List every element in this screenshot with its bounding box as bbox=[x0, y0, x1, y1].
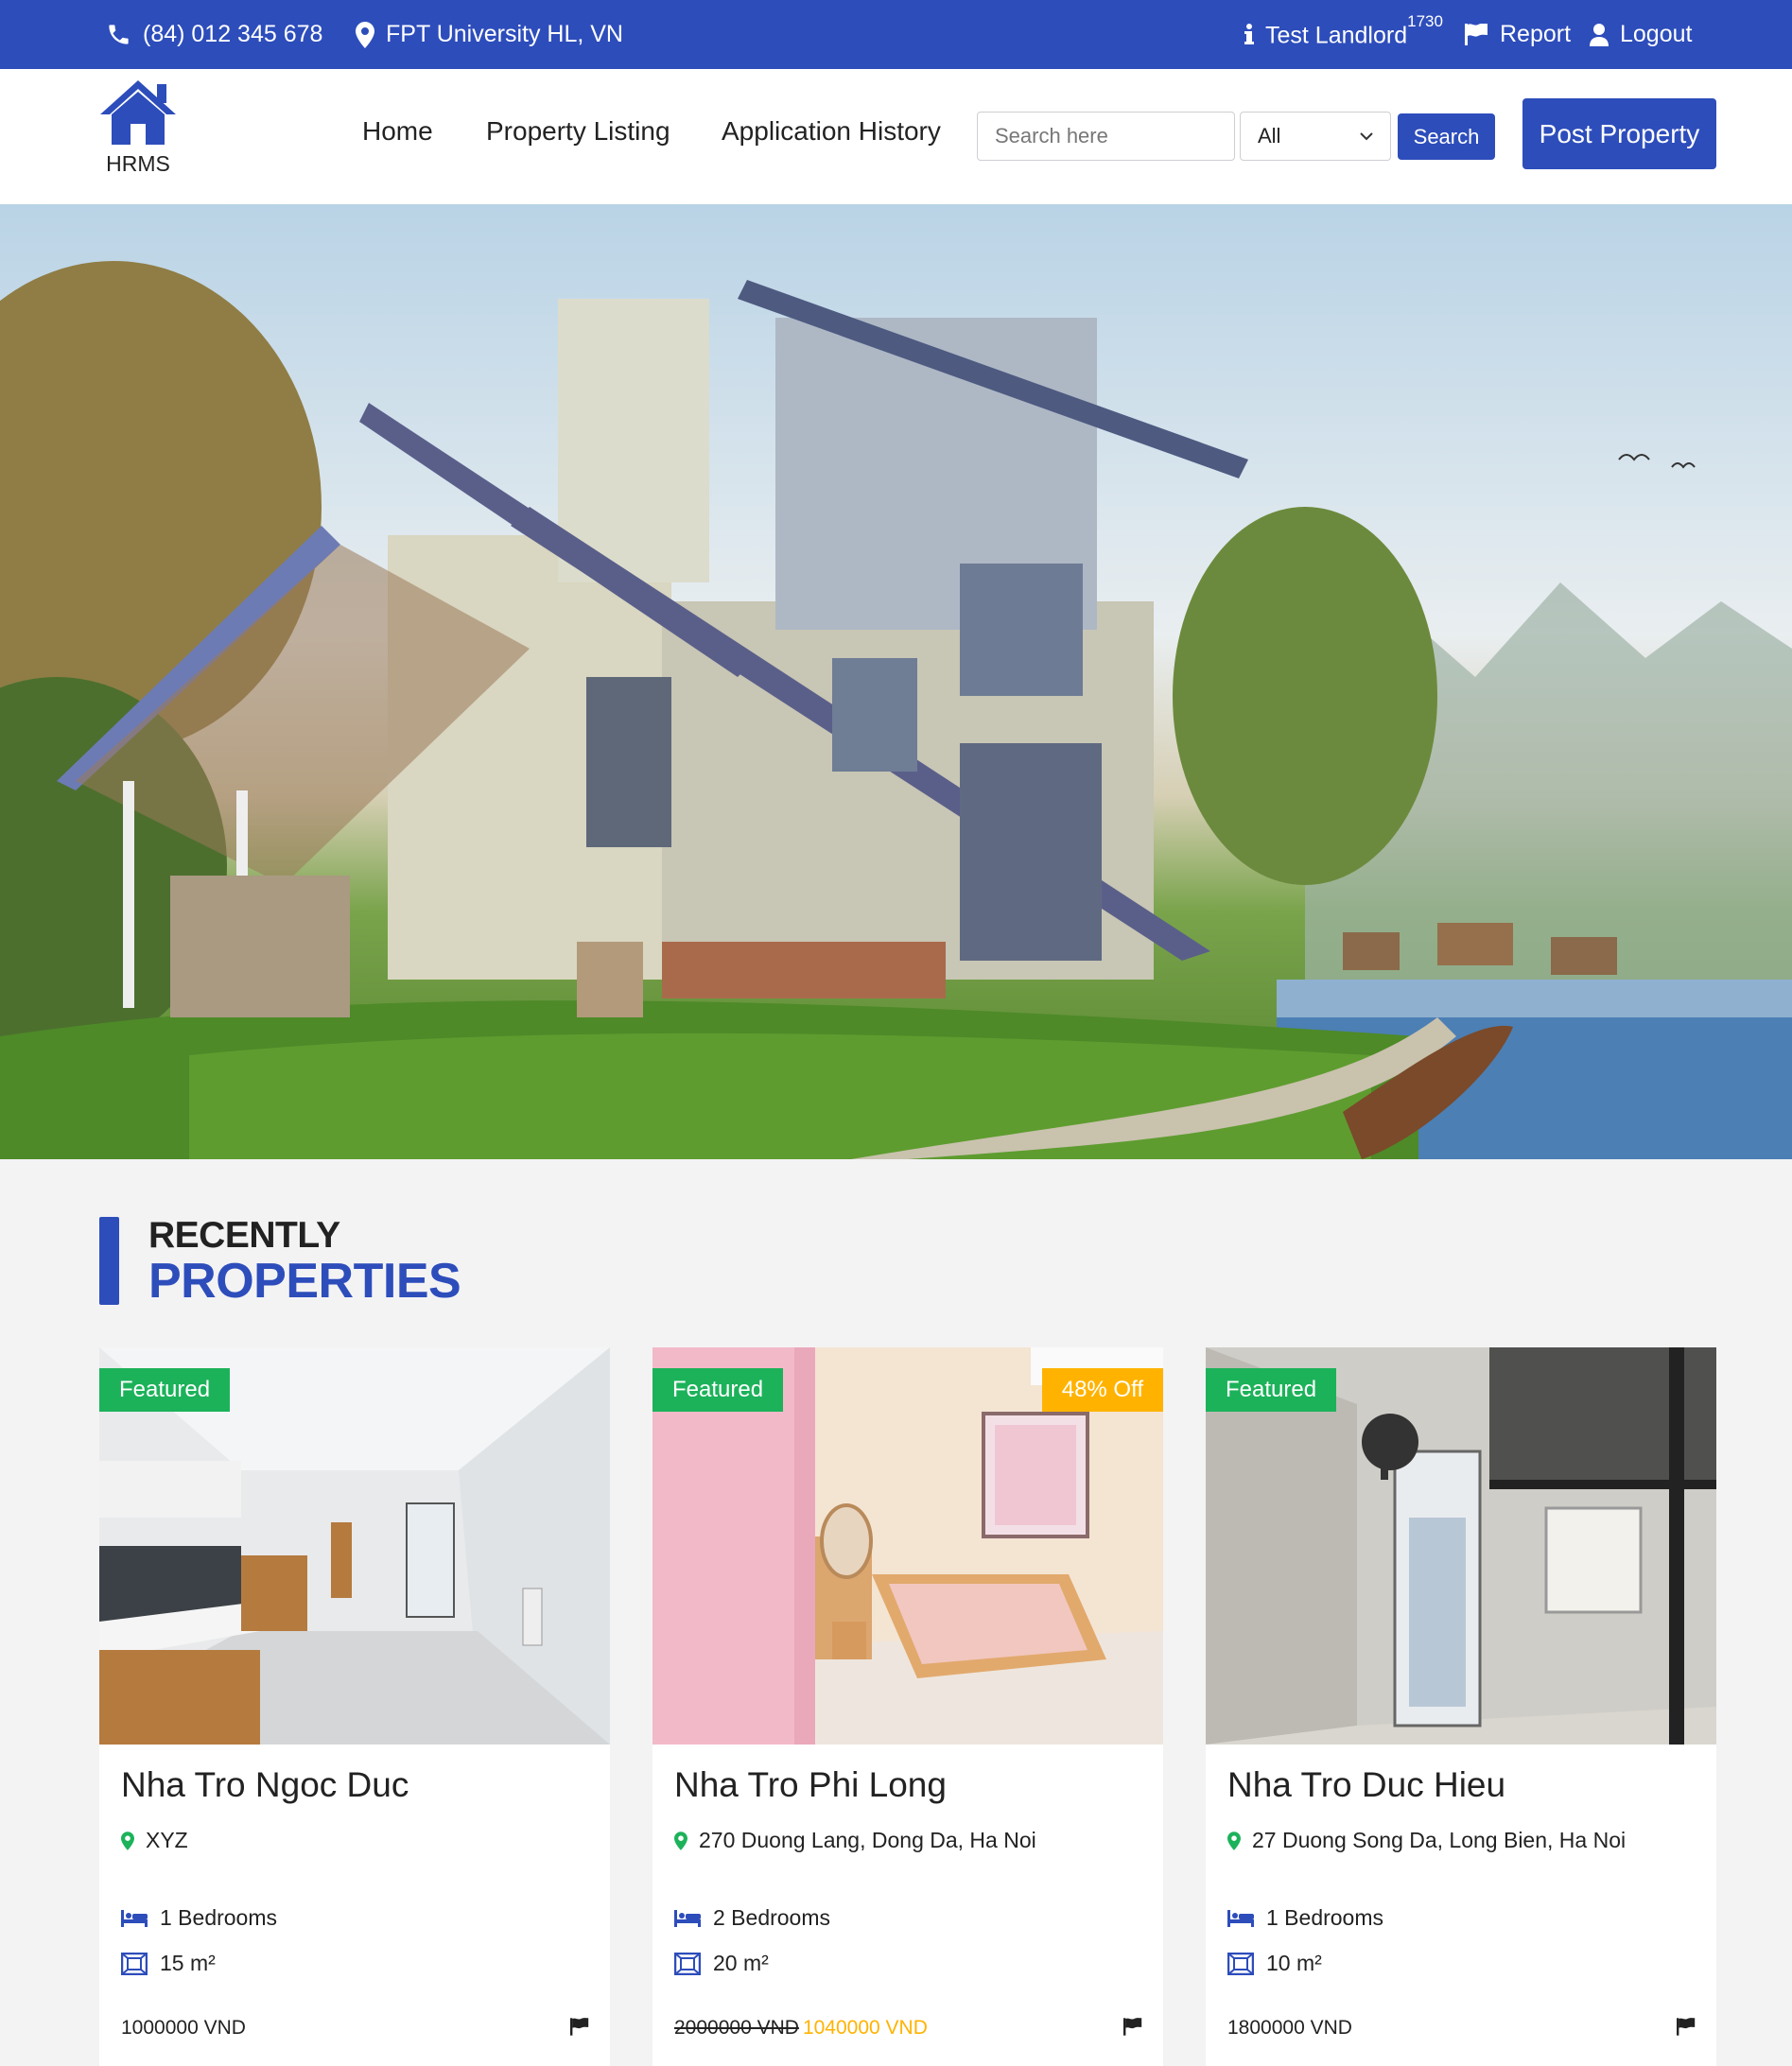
nav-application-history[interactable]: Application History bbox=[722, 116, 941, 147]
select-value: All bbox=[1258, 124, 1281, 148]
house-logo-icon bbox=[100, 80, 176, 145]
user-id: 1730 bbox=[1407, 11, 1443, 30]
logout-link[interactable]: Logout bbox=[1590, 0, 1692, 69]
phone-number: (84) 012 345 678 bbox=[143, 21, 323, 47]
main-navbar: HRMS Home Property Listing Application H… bbox=[0, 69, 1792, 204]
area-text: 20 m² bbox=[713, 1951, 769, 1975]
property-bedrooms: 1 Bedrooms bbox=[121, 1905, 277, 1931]
property-title[interactable]: Nha Tro Phi Long bbox=[674, 1765, 947, 1805]
area-icon bbox=[674, 1952, 701, 1975]
hero-illustration bbox=[0, 261, 1792, 1159]
area-text: 10 m² bbox=[1266, 1951, 1322, 1975]
property-location: XYZ bbox=[121, 1828, 188, 1853]
property-location: 270 Duong Lang, Dong Da, Ha Noi bbox=[674, 1828, 1036, 1853]
property-title[interactable]: Nha Tro Ngoc Duc bbox=[121, 1765, 409, 1805]
nav-property-listing[interactable]: Property Listing bbox=[486, 116, 670, 147]
report-flag-icon[interactable] bbox=[1123, 2018, 1142, 2036]
bedrooms-text: 1 Bedrooms bbox=[160, 1905, 278, 1930]
contact-location: FPT University HL, VN bbox=[356, 0, 623, 69]
search-button[interactable]: Search bbox=[1398, 113, 1495, 160]
section-title-accent bbox=[99, 1217, 119, 1305]
price-text: 1040000 VND bbox=[802, 2017, 928, 2039]
bedrooms-text: 2 Bedrooms bbox=[713, 1905, 831, 1930]
section-title-line2: PROPERTIES bbox=[148, 1254, 461, 1309]
featured-badge: Featured bbox=[1206, 1368, 1337, 1412]
section-title-line1: RECENTLY bbox=[148, 1215, 340, 1256]
map-pin-icon bbox=[1227, 1831, 1241, 1850]
location-text: 270 Duong Lang, Dong Da, Ha Noi bbox=[699, 1828, 1036, 1852]
bed-icon bbox=[121, 1909, 148, 1927]
map-pin-icon bbox=[356, 21, 374, 48]
map-pin-icon bbox=[674, 1831, 687, 1850]
property-image[interactable]: Featured bbox=[1206, 1347, 1716, 1745]
property-card[interactable]: Featured Nha Tro Duc Hieu 27 Duong Song … bbox=[1206, 1347, 1716, 2066]
bed-icon bbox=[674, 1909, 701, 1927]
featured-badge: Featured bbox=[99, 1368, 231, 1412]
property-price: 1000000 VND bbox=[121, 2017, 246, 2040]
price-text: 1800000 VND bbox=[1227, 2017, 1352, 2039]
location-text: XYZ bbox=[146, 1828, 188, 1852]
property-image[interactable]: Featured bbox=[99, 1347, 610, 1745]
location-text: FPT University HL, VN bbox=[386, 21, 623, 47]
hero-banner-image bbox=[0, 204, 1792, 1159]
area-text: 15 m² bbox=[160, 1951, 216, 1975]
property-card[interactable]: Featured Nha Tro Ngoc Duc XYZ 1 Bedrooms… bbox=[99, 1347, 610, 2066]
old-price-text: 2000000 VND bbox=[674, 2017, 799, 2039]
report-label: Report bbox=[1500, 21, 1572, 47]
flag-icon bbox=[1465, 24, 1488, 45]
map-pin-icon bbox=[121, 1831, 134, 1850]
search-input[interactable]: Search here bbox=[977, 112, 1235, 161]
nav-home[interactable]: Home bbox=[362, 116, 433, 147]
property-area: 10 m² bbox=[1227, 1951, 1322, 1976]
bed-icon bbox=[1227, 1909, 1254, 1927]
property-title[interactable]: Nha Tro Duc Hieu bbox=[1227, 1765, 1505, 1805]
logo-link[interactable]: HRMS bbox=[98, 78, 178, 177]
area-icon bbox=[1227, 1952, 1254, 1975]
category-select[interactable]: All bbox=[1240, 112, 1391, 161]
chevron-down-icon bbox=[1360, 132, 1373, 141]
bedrooms-text: 1 Bedrooms bbox=[1266, 1905, 1384, 1930]
property-bedrooms: 2 Bedrooms bbox=[674, 1905, 830, 1931]
property-location: 27 Duong Song Da, Long Bien, Ha Noi bbox=[1227, 1828, 1626, 1853]
price-text: 1000000 VND bbox=[121, 2017, 246, 2039]
report-link[interactable]: Report bbox=[1465, 0, 1571, 69]
featured-badge: Featured bbox=[652, 1368, 784, 1412]
property-price: 2000000 VND 1040000 VND bbox=[674, 2017, 928, 2040]
property-image[interactable]: Featured 48% Off bbox=[652, 1347, 1163, 1745]
property-area: 20 m² bbox=[674, 1951, 769, 1976]
location-text: 27 Duong Song Da, Long Bien, Ha Noi bbox=[1252, 1828, 1627, 1852]
property-bedrooms: 1 Bedrooms bbox=[1227, 1905, 1383, 1931]
property-price: 1800000 VND bbox=[1227, 2017, 1352, 2040]
area-icon bbox=[121, 1952, 148, 1975]
logout-label: Logout bbox=[1620, 21, 1693, 47]
phone-icon bbox=[109, 25, 129, 44]
report-flag-icon[interactable] bbox=[570, 2018, 589, 2036]
user-account-link[interactable]: Test Landlord1730 bbox=[1244, 0, 1443, 69]
property-area: 15 m² bbox=[121, 1951, 216, 1976]
top-bar: (84) 012 345 678 FPT University HL, VN T… bbox=[0, 0, 1792, 69]
user-name: Test Landlord1730 bbox=[1265, 11, 1443, 49]
contact-phone: (84) 012 345 678 bbox=[106, 0, 322, 69]
post-property-button[interactable]: Post Property bbox=[1522, 98, 1716, 169]
search-placeholder: Search here bbox=[995, 124, 1108, 148]
report-flag-icon[interactable] bbox=[1677, 2018, 1696, 2036]
logo-text: HRMS bbox=[106, 151, 170, 176]
info-icon bbox=[1244, 23, 1254, 44]
discount-badge: 48% Off bbox=[1041, 1368, 1163, 1412]
property-card[interactable]: Featured 48% Off Nha Tro Phi Long 270 Du… bbox=[652, 1347, 1163, 2066]
user-icon bbox=[1590, 23, 1609, 46]
